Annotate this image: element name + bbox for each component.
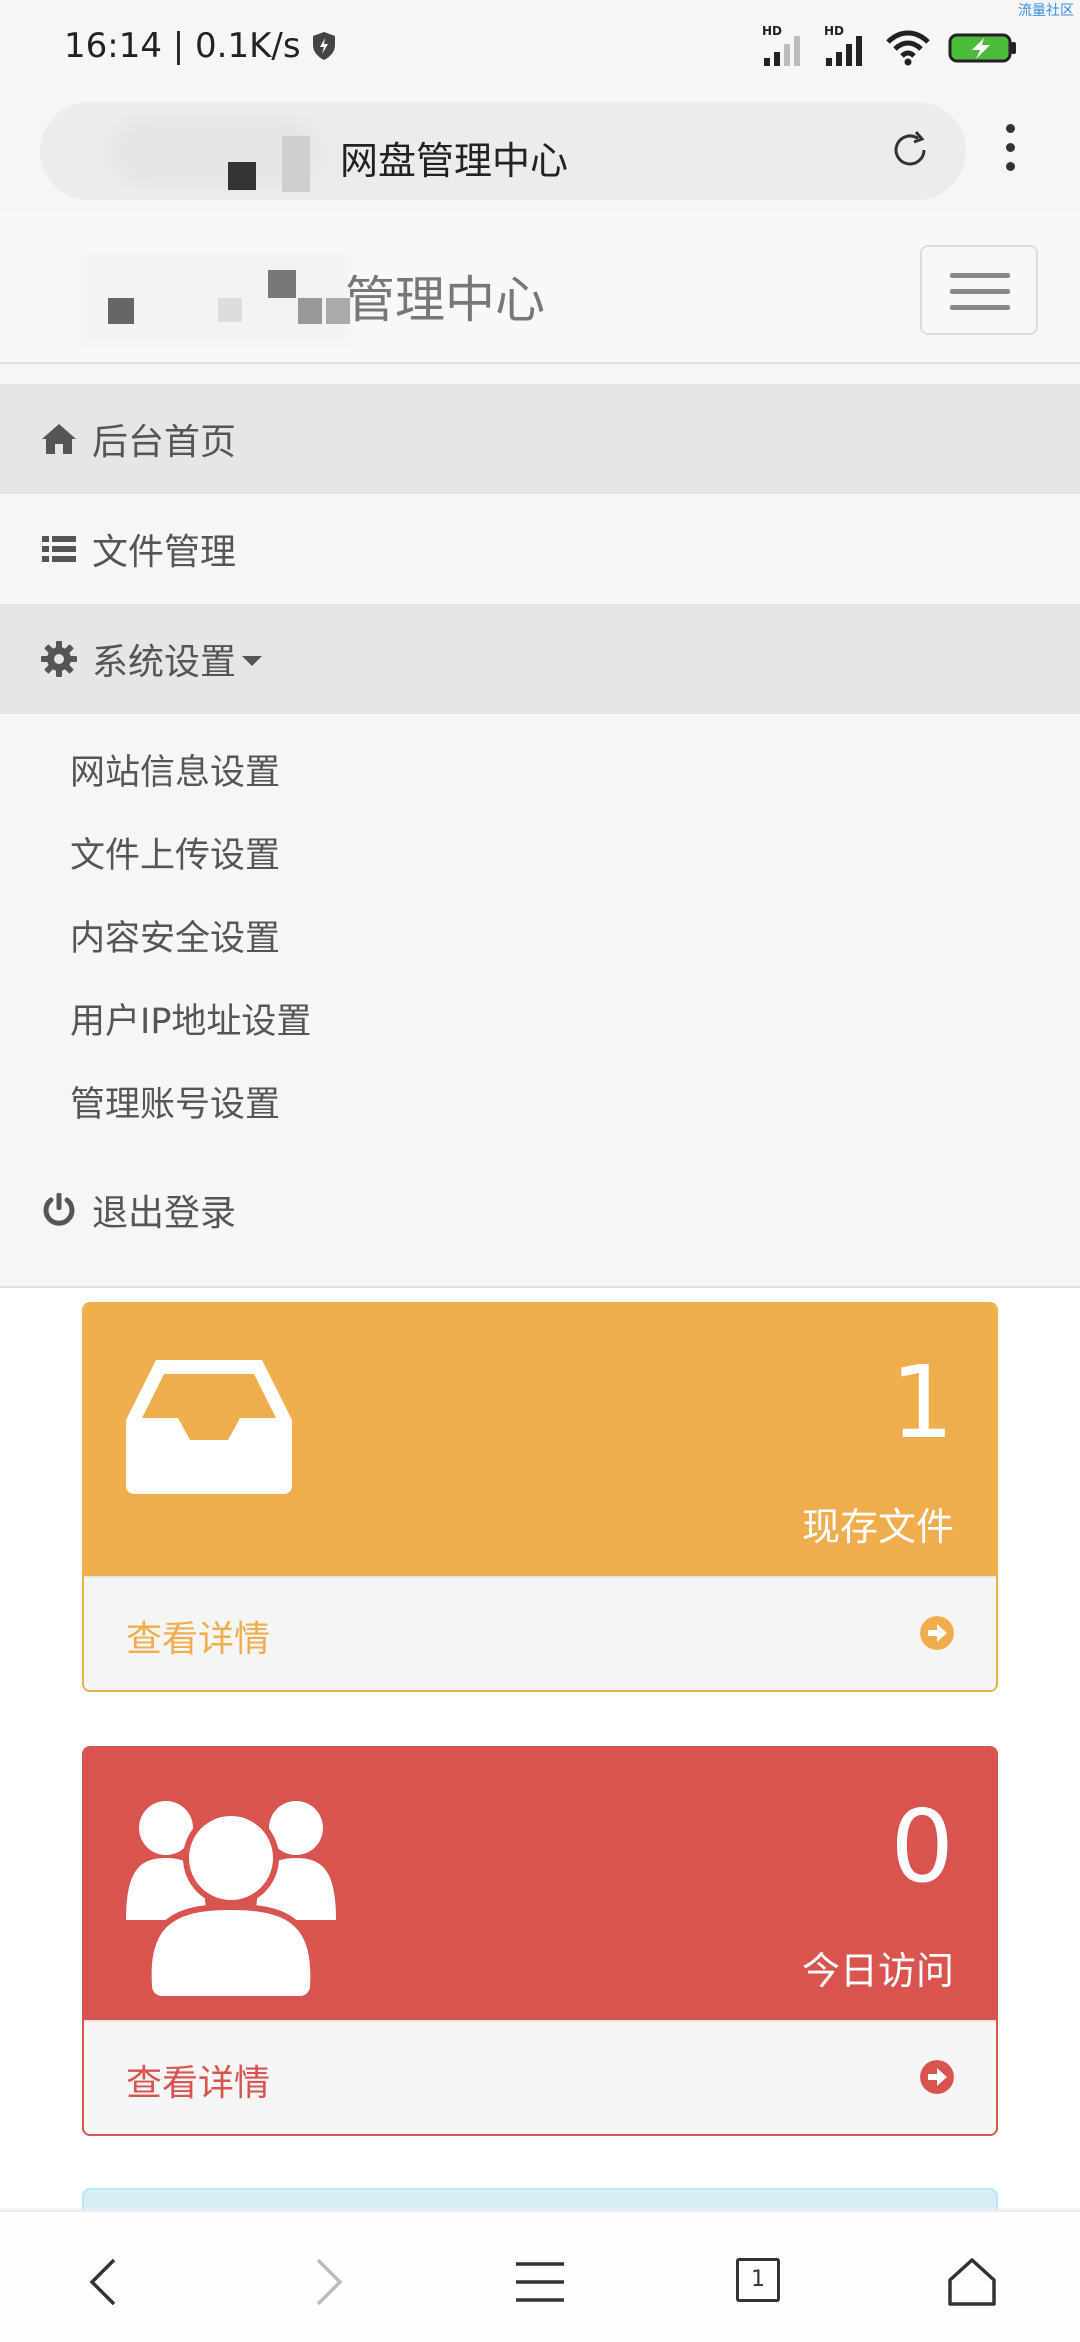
shield-icon [312,32,335,60]
arrow-circle-right-icon [920,1616,954,1650]
menu-item-label: 后台首页 [92,422,237,463]
status-bar: 流量社区 16:14 | 0.1K/s HD HD [0,0,1080,100]
site-navbar: 管理中心 [0,212,1080,364]
page-title-in-address-bar: 网盘管理中心 [340,139,569,183]
view-details-label: 查看详情 [126,1619,271,1660]
menu-item-label: 退出登录 [92,1193,237,1234]
arrow-circle-right-icon [920,2060,954,2094]
reload-icon[interactable] [888,128,932,172]
site-brand[interactable]: 管理中心 [345,260,545,332]
more-options-icon[interactable] [1006,124,1015,181]
signal-icon: HD [762,24,806,68]
files-count: 1 [890,1344,954,1461]
home-icon[interactable] [942,2252,1002,2312]
submenu-item-upload[interactable]: 文件上传设置 [0,811,1080,894]
files-stat-card: 1 现存文件 查看详情 [82,1302,998,1692]
view-details-link[interactable]: 查看详情 [84,1576,996,1690]
visits-count: 0 [890,1788,954,1905]
dashboard-content: 1 现存文件 查看详情 0 今日访问 查看详情 [0,1286,1080,2208]
menu-item-files[interactable]: 文件管理 [0,494,1080,604]
wifi-icon [886,30,930,66]
nav-menu: 后台首页 文件管理 系统设置 网站信息设置 文件上传设置 内容安全设置 用户IP… [0,384,1080,1265]
watermark: 流量社区 [1018,3,1074,19]
status-time: 16:14 | 0.1K/s [64,26,337,66]
view-details-link[interactable]: 查看详情 [84,2020,996,2134]
menu-item-settings[interactable]: 系统设置 [0,604,1080,714]
files-label: 现存文件 [801,1505,954,1549]
submenu-item-content-security[interactable]: 内容安全设置 [0,894,1080,977]
gear-icon [41,641,77,677]
list-icon [42,536,76,562]
forward-icon[interactable] [296,2252,356,2312]
home-icon [42,424,76,454]
submenu-item-site-info[interactable]: 网站信息设置 [0,728,1080,811]
visits-label: 今日访问 [801,1949,954,1993]
view-details-label: 查看详情 [126,2063,271,2104]
menu-item-home[interactable]: 后台首页 [0,384,1080,494]
tabs-button[interactable]: 1 [730,2252,790,2312]
power-icon [43,1193,75,1226]
caret-down-icon [242,656,263,666]
battery-charging-icon [948,33,1016,63]
submenu-item-user-ip[interactable]: 用户IP地址设置 [0,977,1080,1060]
visits-stat-card: 0 今日访问 查看详情 [82,1746,998,2136]
menu-item-logout[interactable]: 退出登录 [0,1155,1080,1265]
menu-icon[interactable] [510,2252,570,2312]
address-bar[interactable]: 网盘管理中心 [40,102,966,200]
users-icon [126,1801,336,1996]
menu-item-label: 系统设置 [92,642,237,683]
menu-toggle-button[interactable] [920,245,1038,335]
signal-icon: HD [824,24,868,68]
submenu-item-account[interactable]: 管理账号设置 [0,1060,1080,1143]
time-network-speed: 16:14 | 0.1K/s [64,26,301,66]
tabs-count: 1 [736,2258,780,2302]
browser-bottom-bar: 1 [0,2210,1080,2342]
status-icons: HD HD [762,24,1018,68]
redacted-brand [80,252,350,342]
inbox-icon [126,1360,292,1494]
menu-item-label: 文件管理 [92,532,237,573]
back-icon[interactable] [76,2252,136,2312]
